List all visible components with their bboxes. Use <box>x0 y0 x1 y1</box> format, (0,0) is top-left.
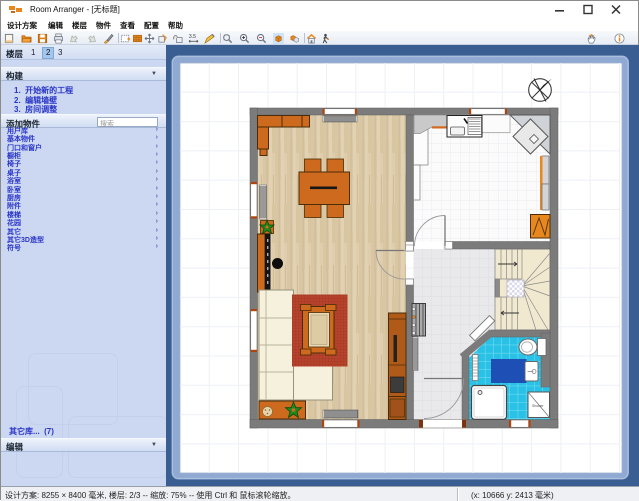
svg-text:Shower: Shower <box>532 404 544 408</box>
svg-text:3.5: 3.5 <box>189 34 196 40</box>
